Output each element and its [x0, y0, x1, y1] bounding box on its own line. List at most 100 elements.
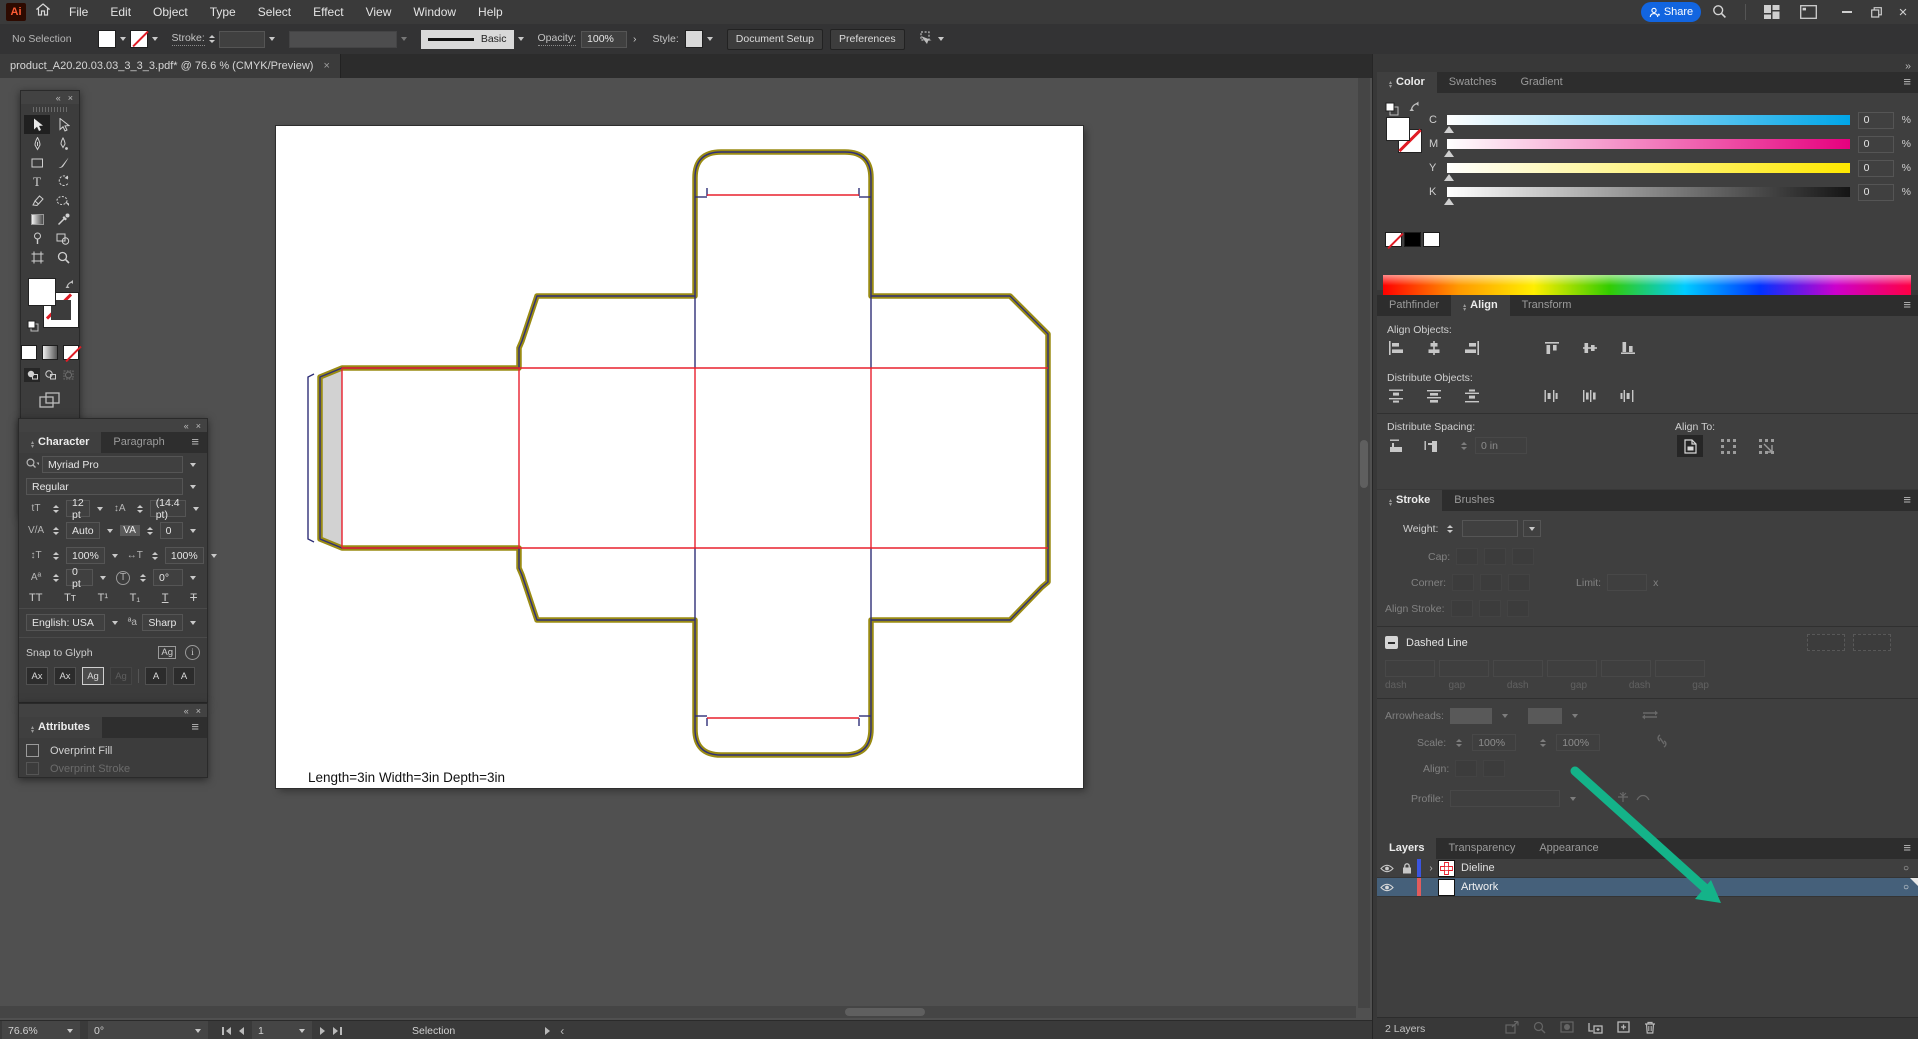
panel-menu-icon[interactable]: ≡	[1895, 72, 1918, 93]
align-hcenter-button[interactable]	[1423, 339, 1445, 356]
align-to-artboard-button[interactable]	[1677, 435, 1703, 457]
next-artboard-button[interactable]	[320, 1026, 325, 1035]
underline-button[interactable]: T	[162, 592, 169, 604]
curvature-tool[interactable]	[50, 134, 76, 153]
stroke-swatch-none[interactable]	[129, 30, 148, 48]
first-artboard-button[interactable]	[222, 1026, 231, 1035]
horizontal-scrollbar-thumb[interactable]	[845, 1008, 925, 1016]
tab-gradient[interactable]: Gradient	[1508, 72, 1574, 93]
layer-name[interactable]: Dieline	[1461, 862, 1495, 874]
previous-artboard-button[interactable]	[239, 1026, 244, 1035]
stroke-weight-stepper[interactable]	[205, 35, 219, 43]
tab-appearance[interactable]: Appearance	[1527, 838, 1610, 859]
fill-swatch[interactable]	[97, 30, 116, 48]
fill-color-control[interactable]	[97, 30, 130, 48]
opacity-expand-chevron[interactable]: ›	[633, 33, 637, 45]
baseline-shift-dropdown-icon[interactable]	[100, 575, 106, 580]
stroke-profile-dropdown[interactable]: Basic	[420, 29, 514, 49]
rectangle-tool[interactable]	[24, 153, 50, 172]
snap-anchor-button[interactable]: A	[173, 667, 195, 685]
character-rotation-dropdown-icon[interactable]	[190, 575, 196, 580]
zoom-dropdown[interactable]	[60, 1021, 80, 1039]
close-panel-icon[interactable]: ×	[196, 706, 201, 716]
channel-c-slider[interactable]	[1444, 115, 1850, 133]
character-rotation-field[interactable]: 0°	[153, 569, 183, 586]
gradient-tool[interactable]	[24, 210, 50, 229]
rotation-dropdown[interactable]	[188, 1021, 208, 1039]
opacity-label[interactable]: Opacity:	[537, 32, 577, 46]
default-fill-stroke-icon[interactable]	[1385, 102, 1399, 119]
draw-normal-button[interactable]	[24, 368, 40, 382]
leading-stepper[interactable]	[133, 504, 147, 513]
tab-align[interactable]: ▴ ▾ Align	[1451, 295, 1510, 316]
artboard-tool[interactable]	[24, 248, 50, 267]
font-size-dropdown-icon[interactable]	[96, 506, 103, 511]
close-panel-icon[interactable]: ×	[196, 421, 201, 431]
swap-fill-stroke-icon[interactable]	[1409, 101, 1422, 116]
panel-menu-icon[interactable]: ≡	[1895, 838, 1918, 859]
share-button[interactable]: Share	[1641, 2, 1701, 22]
rotate-tool[interactable]	[50, 172, 76, 191]
language-dropdown-icon[interactable]	[112, 620, 119, 625]
new-layer-icon[interactable]	[1617, 1021, 1630, 1036]
vertical-spacing-button[interactable]	[1385, 437, 1407, 454]
tab-character[interactable]: ▴ ▾ Character	[19, 432, 102, 453]
align-top-button[interactable]	[1541, 339, 1563, 356]
artboard-number-field[interactable]: 1	[252, 1021, 292, 1039]
paintbrush-tool[interactable]	[50, 153, 76, 172]
menu-select[interactable]: Select	[247, 0, 302, 24]
eyedropper-tool[interactable]	[50, 210, 76, 229]
distribute-hcenter-button[interactable]	[1579, 387, 1601, 404]
baseline-shift-stepper[interactable]	[49, 573, 63, 582]
draw-inside-button[interactable]	[60, 368, 76, 382]
distribute-right-button[interactable]	[1617, 387, 1639, 404]
horizontal-scrollbar[interactable]	[0, 1006, 1356, 1018]
fill-stroke-control[interactable]	[21, 277, 79, 343]
tracking-dropdown-icon[interactable]	[190, 528, 196, 533]
black-swatch[interactable]	[1404, 232, 1421, 247]
menu-help[interactable]: Help	[467, 0, 514, 24]
zoom-level-field[interactable]: 76.6%	[2, 1021, 60, 1039]
restore-button[interactable]	[1861, 0, 1891, 24]
font-family-field[interactable]: Myriad Pro	[42, 456, 183, 473]
layer-row-artwork[interactable]: Artwork ○	[1377, 878, 1918, 897]
artboard[interactable]: Length=3in Width=3in Depth=3in	[276, 126, 1083, 788]
layer-thumbnail[interactable]	[1438, 878, 1455, 896]
last-artboard-button[interactable]	[333, 1026, 342, 1035]
puppet-warp-tool[interactable]	[24, 229, 50, 248]
layer-name[interactable]: Artwork	[1461, 881, 1498, 893]
align-bottom-button[interactable]	[1617, 339, 1639, 356]
minimize-button[interactable]	[1832, 0, 1862, 24]
status-chevron-icon[interactable]: ‹	[560, 1024, 564, 1038]
home-icon[interactable]	[35, 3, 51, 21]
eraser-tool[interactable]	[24, 191, 50, 210]
draw-behind-button[interactable]	[42, 368, 58, 382]
align-vcenter-button[interactable]	[1579, 339, 1601, 356]
stroke-weight-label[interactable]: Stroke:	[171, 32, 205, 46]
type-tool[interactable]: T	[24, 172, 50, 191]
kerning-field[interactable]: Auto	[66, 522, 100, 539]
pen-tool[interactable]	[24, 134, 50, 153]
font-style-field[interactable]: Regular	[26, 478, 183, 495]
tracking-field[interactable]: 0	[159, 522, 183, 539]
shape-builder-tool[interactable]	[50, 229, 76, 248]
stroke-weight-field[interactable]	[218, 30, 265, 48]
color-mode-button[interactable]	[21, 345, 37, 360]
channel-k-slider[interactable]	[1444, 187, 1850, 205]
channel-y-value[interactable]: 0	[1857, 159, 1894, 177]
vertical-scrollbar-thumb[interactable]	[1360, 440, 1368, 488]
superscript-button[interactable]: T¹	[98, 592, 108, 604]
panel-grip[interactable]	[33, 107, 67, 112]
character-rotation-stepper[interactable]	[136, 573, 150, 582]
tab-attributes[interactable]: ▴ ▾ Attributes	[19, 717, 102, 738]
horizontal-scale-dropdown-icon[interactable]	[210, 553, 217, 558]
opacity-field[interactable]: 100%	[581, 30, 628, 48]
stroke-color-control[interactable]	[129, 30, 162, 48]
tab-color[interactable]: ▴ ▾ Color	[1377, 72, 1437, 93]
antialias-dropdown-icon[interactable]	[190, 620, 196, 625]
panel-menu-icon[interactable]: ≡	[1895, 490, 1918, 511]
distribute-vcenter-button[interactable]	[1423, 387, 1445, 404]
vertical-scrollbar[interactable]	[1358, 78, 1370, 1008]
collapse-panel-icon[interactable]: «	[56, 93, 61, 103]
tab-brushes[interactable]: Brushes	[1442, 490, 1506, 511]
